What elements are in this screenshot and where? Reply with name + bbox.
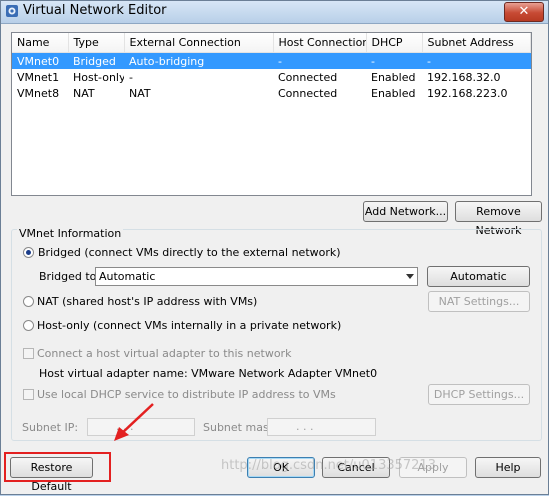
cell-dhcp: Enabled xyxy=(371,70,416,84)
column-header-type[interactable]: Type xyxy=(68,33,125,53)
cell-type: Host-only xyxy=(73,70,124,84)
connect-adapter-label[interactable]: Connect a host virtual adapter to this n… xyxy=(37,347,291,360)
host-only-radio[interactable] xyxy=(23,320,34,331)
network-list[interactable]: Name Type External Connection Host Conne… xyxy=(11,32,532,196)
cell-name: VMnet0 xyxy=(12,52,68,69)
subnet-ip-label: Subnet IP: xyxy=(22,421,79,434)
cell-type: Bridged xyxy=(68,52,124,69)
help-button[interactable]: Help xyxy=(475,457,541,478)
network-list-header: Name Type External Connection Host Conne… xyxy=(12,33,531,53)
vmware-app-icon xyxy=(6,5,18,17)
cell-external-connection: NAT xyxy=(129,86,151,100)
cell-external-connection: - xyxy=(129,70,133,84)
add-network-button[interactable]: Add Network... xyxy=(363,201,448,222)
column-header-host-connection[interactable]: Host Connection xyxy=(273,33,367,53)
cell-name: VMnet8 xyxy=(17,86,60,100)
column-header-name[interactable]: Name xyxy=(12,33,69,53)
cell-dhcp: Enabled xyxy=(371,86,416,100)
dropdown-arrow-icon xyxy=(406,274,414,279)
bridged-label[interactable]: Bridged (connect VMs directly to the ext… xyxy=(38,246,341,259)
bridged-to-value: Automatic xyxy=(99,270,156,283)
use-dhcp-checkbox[interactable] xyxy=(23,389,34,400)
adapter-name-label: Host virtual adapter name: VMware Networ… xyxy=(39,367,378,380)
bridged-to-label: Bridged to: xyxy=(39,270,101,283)
cell-host-connection: - xyxy=(273,52,366,69)
cell-host-connection: Connected xyxy=(278,70,338,84)
cell-external-connection: Auto-bridging xyxy=(124,52,273,69)
cell-type: NAT xyxy=(73,86,95,100)
vmnet-information-label: VMnet Information xyxy=(17,227,124,240)
column-header-dhcp[interactable]: DHCP xyxy=(366,33,423,53)
table-row-vmnet0[interactable]: VMnet0 Bridged Auto-bridging - - - xyxy=(12,52,531,69)
subnet-mask-input[interactable]: . . . xyxy=(267,418,376,436)
close-button[interactable]: ✕ xyxy=(504,2,544,22)
host-only-label[interactable]: Host-only (connect VMs internally in a p… xyxy=(37,319,341,332)
bridged-radio[interactable] xyxy=(23,247,34,258)
remove-network-button[interactable]: Remove Network xyxy=(455,201,542,237)
nat-label[interactable]: NAT (shared host's IP address with VMs) xyxy=(37,295,257,308)
use-dhcp-label[interactable]: Use local DHCP service to distribute IP … xyxy=(37,388,336,401)
restore-default-highlight xyxy=(4,452,111,482)
table-row-vmnet1[interactable]: VMnet1 Host-only - Connected Enabled 192… xyxy=(12,69,531,85)
vmnet-information-group xyxy=(11,229,542,441)
column-header-external-connection[interactable]: External Connection xyxy=(124,33,274,53)
column-header-subnet-address[interactable]: Subnet Address xyxy=(422,33,531,53)
cell-subnet-address: - xyxy=(422,52,531,69)
cell-dhcp: - xyxy=(366,52,422,69)
automatic-settings-button[interactable]: Automatic Settings... xyxy=(427,266,530,302)
connect-adapter-checkbox[interactable] xyxy=(23,348,34,359)
bridged-to-select[interactable]: Automatic xyxy=(95,267,418,286)
watermark-text: http://blog.csdn.net/u013357213 xyxy=(221,458,436,473)
cell-subnet-address: 192.168.32.0 xyxy=(427,70,501,84)
cell-host-connection: Connected xyxy=(278,86,338,100)
nat-radio[interactable] xyxy=(23,296,34,307)
cell-name: VMnet1 xyxy=(17,70,60,84)
title-bar[interactable]: Virtual Network Editor ✕ xyxy=(1,1,548,24)
table-row-vmnet8[interactable]: VMnet8 NAT NAT Connected Enabled 192.168… xyxy=(12,85,531,101)
cell-subnet-address: 192.168.223.0 xyxy=(427,86,508,100)
window-title: Virtual Network Editor xyxy=(23,3,167,18)
dhcp-settings-button[interactable]: DHCP Settings... xyxy=(428,384,530,405)
nat-settings-button[interactable]: NAT Settings... xyxy=(428,291,530,312)
red-arrow-icon xyxy=(114,403,154,441)
virtual-network-editor-window: Virtual Network Editor ✕ Name Type Exter… xyxy=(0,0,549,495)
